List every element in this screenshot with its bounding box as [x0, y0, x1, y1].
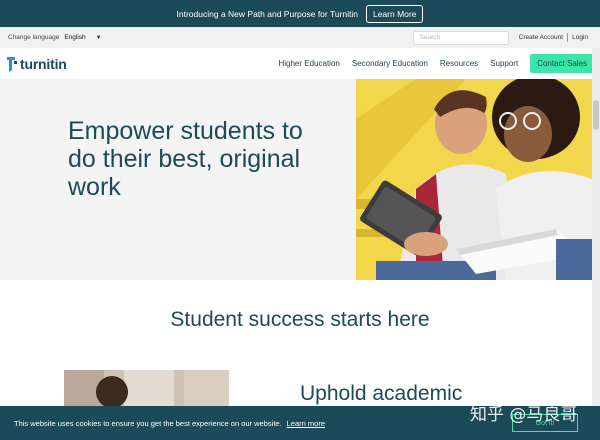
cookie-learn-more-link[interactable]: Learn more: [287, 419, 325, 428]
hero-title: Empower students to do their best, origi…: [68, 117, 303, 201]
turnitin-logo-icon: [7, 56, 17, 72]
chevron-down-icon: ▼: [95, 34, 102, 41]
section-illustration: [64, 370, 229, 406]
language-label: Change language: [8, 34, 60, 41]
logo-text: turnitin: [20, 55, 67, 72]
login-link[interactable]: Login: [568, 34, 592, 41]
watermark-text: 知乎 @马良哥: [470, 405, 578, 425]
cookie-text: This website uses cookies to ensure you …: [14, 418, 282, 428]
utility-bar: Change language English ▼ Search Create …: [0, 27, 600, 48]
hero-students-illustration: [356, 79, 592, 280]
search-input[interactable]: Search: [412, 30, 509, 45]
utility-links: Search Create Account Login: [412, 30, 592, 45]
page-scrollbar[interactable]: [592, 48, 600, 440]
create-account-link[interactable]: Create Account: [515, 34, 567, 41]
scrollbar-thumb[interactable]: [593, 100, 599, 130]
language-value: English: [64, 34, 86, 41]
hero-section: Empower students to do their best, origi…: [0, 79, 600, 280]
contact-sales-button[interactable]: Contact Sales: [530, 54, 594, 73]
announcement-text: Introducing a New Path and Purpose for T…: [176, 8, 358, 19]
nav-item-secondary-education[interactable]: Secondary Education: [352, 59, 428, 68]
announcement-bar: Introducing a New Path and Purpose for T…: [0, 0, 600, 27]
learn-more-button[interactable]: Learn More: [365, 4, 424, 23]
nav-item-resources[interactable]: Resources: [440, 59, 478, 68]
language-select[interactable]: English ▼: [64, 34, 101, 41]
nav-item-support[interactable]: Support: [490, 59, 518, 68]
section-image: [64, 370, 229, 406]
turnitin-logo[interactable]: turnitin: [6, 55, 67, 73]
section-title: Student success starts here: [170, 308, 430, 331]
hero-students-image: [356, 79, 592, 280]
nav-item-higher-education[interactable]: Higher Education: [278, 59, 339, 68]
section-subtitle: Uphold academic: [300, 382, 463, 405]
search-placeholder: Search: [419, 34, 441, 41]
nav-items: Higher Education Secondary Education Res…: [278, 54, 594, 73]
main-nav: turnitin Higher Education Secondary Educ…: [0, 48, 600, 79]
